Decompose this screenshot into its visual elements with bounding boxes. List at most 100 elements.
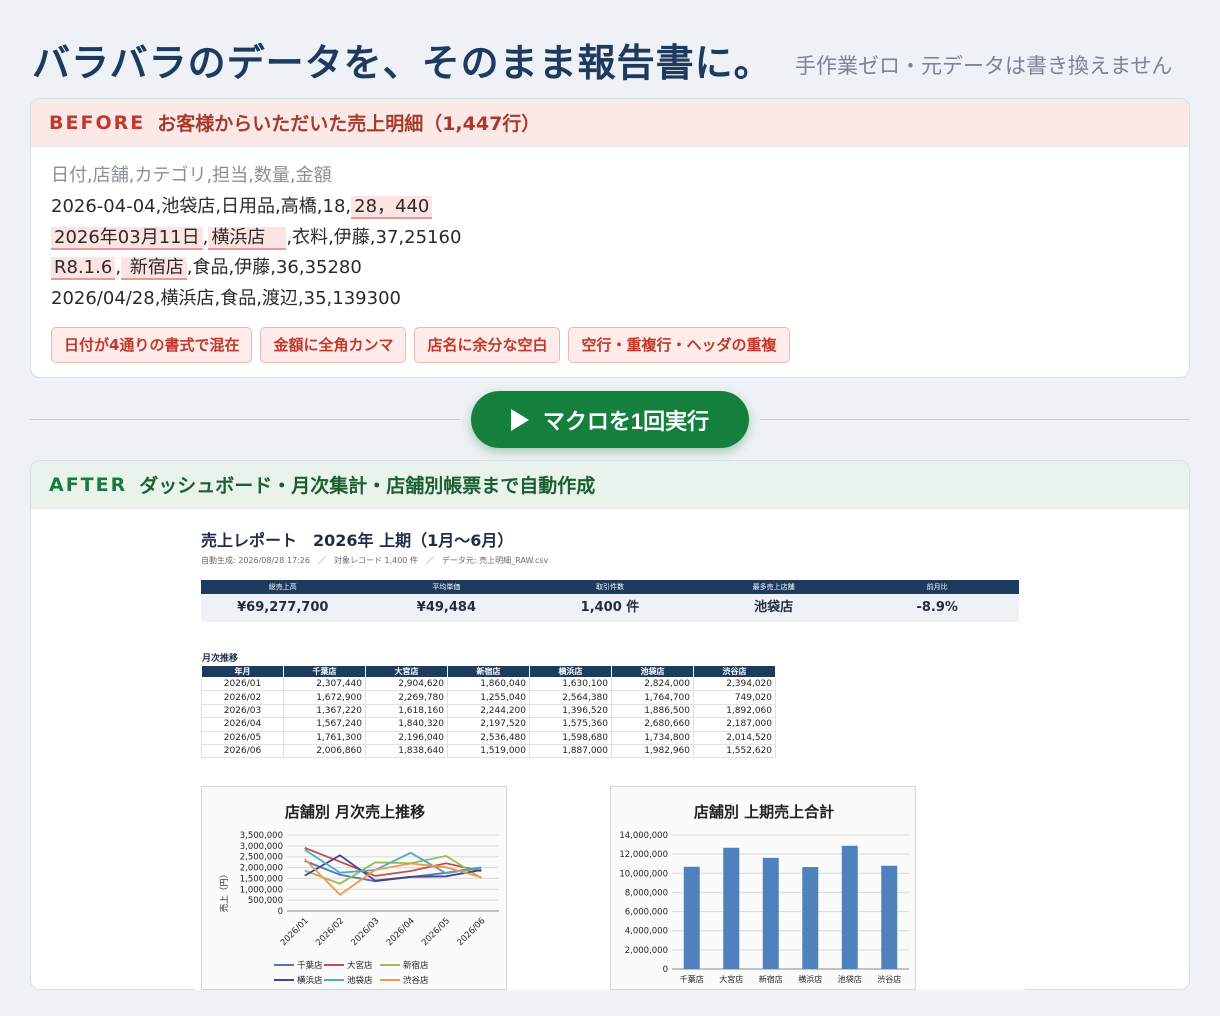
y-axis-label: 売上（円） xyxy=(219,870,230,913)
y-tick-label: 0 xyxy=(278,907,283,917)
legend-label: 渋谷店 xyxy=(403,975,429,986)
table-header-cell: 大宮店 xyxy=(365,665,448,678)
bar xyxy=(762,857,779,969)
bar xyxy=(881,865,898,969)
table-cell: 1,575,360 xyxy=(529,717,612,732)
table-cell: 2,244,200 xyxy=(447,704,530,719)
highlight-date-format: R8.1.6 xyxy=(51,257,116,281)
raw-csv-sample: 日付,店舗,カテゴリ,担当,数量,金額 2026-04-04,池袋店,日用品,高… xyxy=(51,161,461,315)
after-tag: AFTER xyxy=(49,473,128,496)
csv-text: 2026-04-04,池袋店,日用品,高橋,18, xyxy=(51,195,352,217)
table-cell: 2,197,520 xyxy=(447,717,530,732)
issue-tag: 日付が4通りの書式で混在 xyxy=(51,327,253,363)
bar-chart: 店舗別 上期売上合計 0 2,000,000 4,000,000 6,000,000 8,… xyxy=(619,803,909,984)
bar xyxy=(723,847,740,969)
monthly-table-label: 月次推移 xyxy=(202,654,239,664)
y-tick-label: 1,500,000 xyxy=(240,874,283,884)
before-tag: BEFORE xyxy=(49,111,146,134)
chart-title: 店舗別 上期売上合計 xyxy=(694,803,834,821)
before-header: BEFORE お客様からいただいた売上明細（1,447行） xyxy=(31,99,1189,147)
kpi-label-row: 総売上高 平均単価 取引件数 最多売上店舗 前月比 xyxy=(201,580,1019,594)
table-cell: 2,006,860 xyxy=(283,744,366,759)
line-chart: 店舗別 月次売上推移 0500,0001,000,0001,500,0002,00… xyxy=(219,803,499,986)
table-cell: 2,824,000 xyxy=(611,677,694,692)
x-tick-label: 2026/03 xyxy=(349,916,381,948)
kpi-value: 池袋店 xyxy=(754,600,794,615)
table-cell: 2,904,620 xyxy=(365,677,448,692)
legend-label: 千葉店 xyxy=(297,960,323,971)
csv-text: ,食品,伊藤,36,35280 xyxy=(186,257,362,279)
x-tick-label: 渋谷店 xyxy=(877,974,901,984)
x-tick-label: 新宿店 xyxy=(759,974,783,984)
table-cell: 2,307,440 xyxy=(283,677,366,692)
kpi-label: 平均単価 xyxy=(432,583,461,591)
x-tick-label: 2026/04 xyxy=(385,916,417,948)
run-macro-button[interactable]: マクロを1回実行 xyxy=(471,391,749,448)
table-header-cell: 年月 xyxy=(201,665,284,678)
csv-line: 2026年03月11日, 横浜店 ,衣料,伊藤,37,25160 xyxy=(51,223,461,254)
table-cell: 1,982,960 xyxy=(611,744,694,759)
highlight-store-space: 横浜店 xyxy=(208,226,287,250)
table-cell: 2026/01 xyxy=(201,677,284,692)
legend-label: 新宿店 xyxy=(403,960,429,971)
table-cell: 1,618,160 xyxy=(365,704,448,719)
legend-label: 池袋店 xyxy=(347,975,373,986)
kpi-value: -8.9% xyxy=(916,600,958,615)
report-meta: 自動生成: 2026/08/28 17:26 ／ 対象レコード 1,400 件 … xyxy=(201,556,549,565)
table-row: 2026/03 1,367,220 1,618,160 2,244,200 1,396,… xyxy=(201,704,776,719)
csv-header-line: 日付,店舗,カテゴリ,担当,数量,金額 xyxy=(51,165,332,186)
table-cell: 1,255,040 xyxy=(447,690,530,705)
x-tick-label: 池袋店 xyxy=(838,974,862,984)
table-row: 2026/06 2,006,860 1,838,640 1,519,000 1,887,… xyxy=(201,744,776,759)
table-header-cell: 千葉店 xyxy=(283,665,366,678)
y-tick-label: 0 xyxy=(663,965,668,975)
before-title: お客様からいただいた売上明細（1,447行） xyxy=(157,113,541,135)
kpi-value: 1,400 件 xyxy=(580,600,640,615)
table-cell: 1,567,240 xyxy=(283,717,366,732)
after-title: ダッシュボード・月次集計・店舗別帳票まで自動作成 xyxy=(139,475,596,497)
table-cell: 1,761,300 xyxy=(283,731,366,745)
table-cell: 1,396,520 xyxy=(529,704,612,719)
table-cell: 2026/06 xyxy=(201,744,284,759)
monthly-sales-table: 年月 千葉店 大宮店 新宿店 横浜店 池袋店 渋谷店 2026/01 2,307,440 2,9… xyxy=(201,665,776,759)
table-cell: 2,394,020 xyxy=(693,677,776,692)
table-cell: 2026/02 xyxy=(201,690,284,705)
table-header-cell: 横浜店 xyxy=(529,665,612,678)
x-tick-label: 2026/02 xyxy=(314,916,346,948)
table-cell: 749,020 xyxy=(693,690,776,705)
table-cell: 1,734,800 xyxy=(611,731,694,745)
y-tick-label: 2,500,000 xyxy=(240,853,283,863)
run-macro-label: マクロを1回実行 xyxy=(542,408,710,434)
kpi-label: 前月比 xyxy=(926,583,948,591)
y-tick-label: 14,000,000 xyxy=(619,831,668,841)
csv-line: R8.1.6, 新宿店 ,食品,伊藤,36,35280 xyxy=(51,253,461,284)
y-tick-label: 1,000,000 xyxy=(240,885,283,895)
y-tick-label: 8,000,000 xyxy=(625,888,668,898)
table-row: 2026/04 1,567,240 1,840,320 2,197,520 1,575,… xyxy=(201,717,776,732)
sales-report: 売上レポート 2026年 上期（1月〜6月） 自動生成: 2026/08/28 … xyxy=(195,522,1025,990)
table-header-cell: 新宿店 xyxy=(447,665,530,678)
table-cell: 1,764,700 xyxy=(611,690,694,705)
kpi-label: 取引件数 xyxy=(595,583,624,591)
y-tick-label: 10,000,000 xyxy=(619,869,668,879)
table-cell: 2,187,000 xyxy=(693,717,776,732)
table-cell: 1,887,000 xyxy=(529,744,612,759)
table-cell: 1,892,060 xyxy=(693,704,776,719)
legend-label: 大宮店 xyxy=(347,960,373,971)
table-cell: 2026/03 xyxy=(201,704,284,719)
table-cell: 2,269,780 xyxy=(365,690,448,705)
divider-right xyxy=(760,419,1190,420)
y-tick-label: 3,500,000 xyxy=(240,831,283,841)
table-cell: 2,564,380 xyxy=(529,690,612,705)
hero-title: バラバラのデータを、そのまま報告書に。 xyxy=(32,41,773,85)
y-tick-label: 4,000,000 xyxy=(625,927,668,937)
chart-title: 店舗別 月次売上推移 xyxy=(285,803,425,821)
x-tick-label: 2026/05 xyxy=(420,916,452,948)
table-cell: 2026/05 xyxy=(201,731,284,745)
issue-tag: 店名に余分な空白 xyxy=(414,327,561,363)
line-chart-panel: 店舗別 月次売上推移 0 500,000 1,000,000 1,500,000 2,00… xyxy=(201,786,507,990)
play-icon xyxy=(510,408,529,431)
csv-line: 2026/04/28,横浜店,食品,渡辺,35,139300 xyxy=(51,288,401,310)
table-cell: 1,630,100 xyxy=(529,677,612,692)
bar xyxy=(683,866,700,969)
